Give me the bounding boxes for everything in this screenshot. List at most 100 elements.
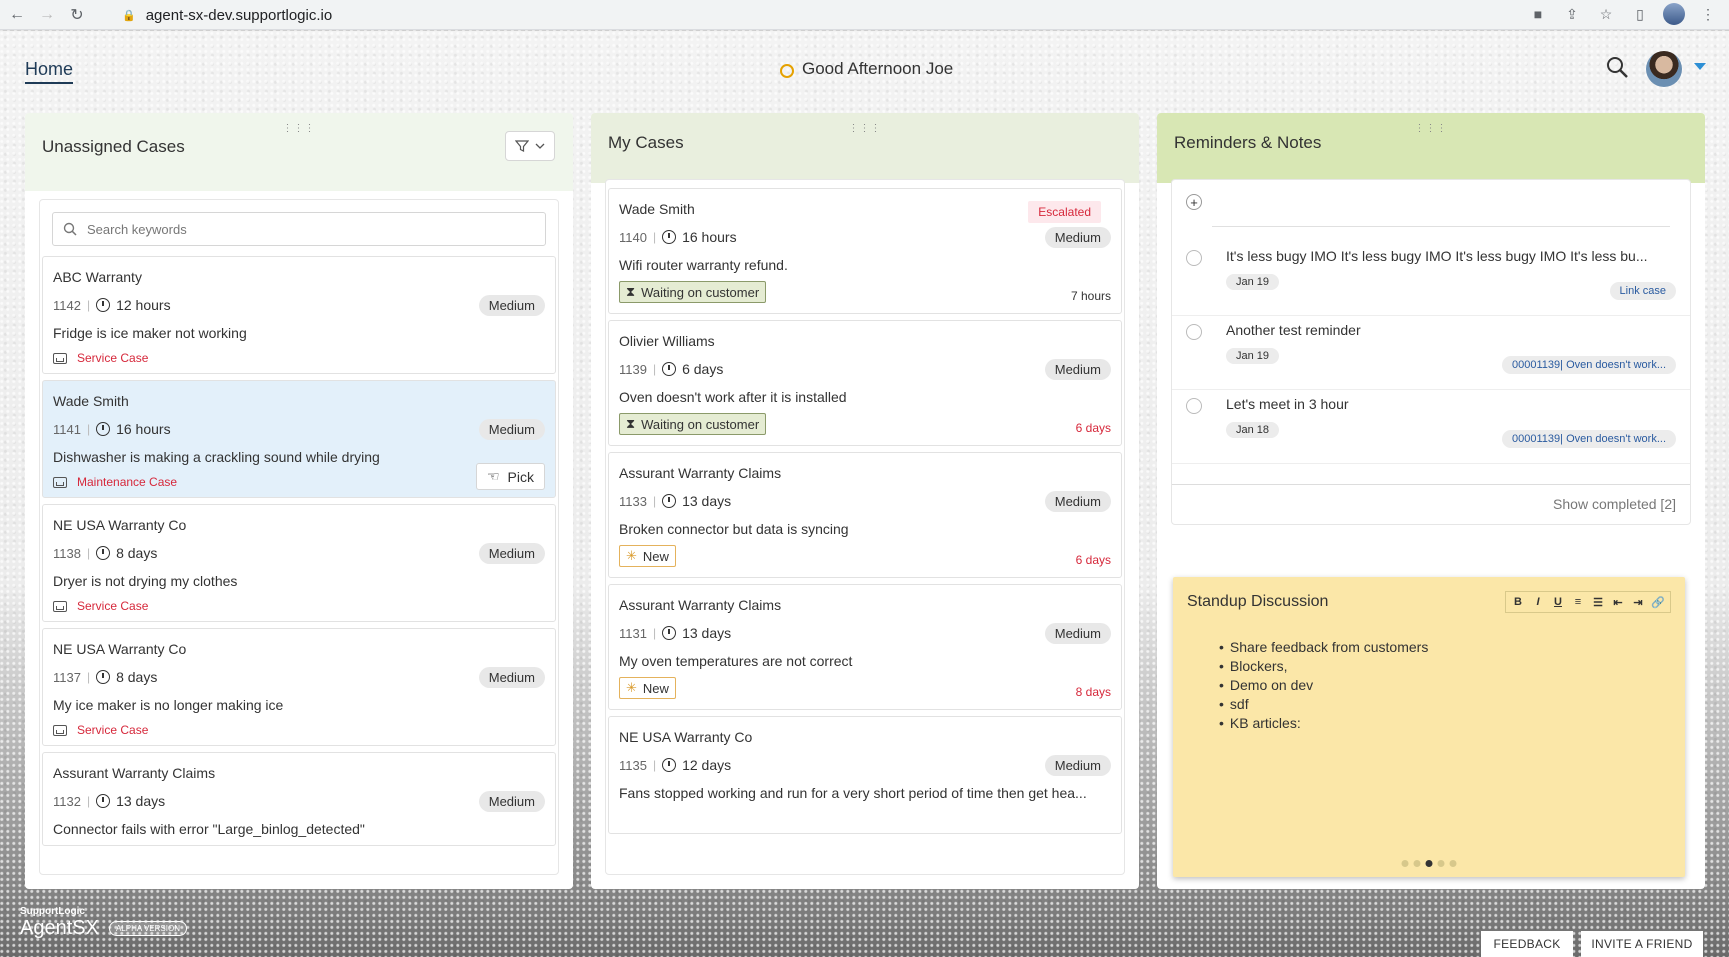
case-meta: 1139 | 6 days Medium bbox=[619, 358, 1111, 380]
case-account-name: NE USA Warranty Co bbox=[619, 729, 753, 745]
case-age: 6 days bbox=[1075, 421, 1111, 435]
bullet-list-icon[interactable]: ☰ bbox=[1590, 594, 1606, 610]
case-type-label: Maintenance Case bbox=[77, 475, 178, 489]
priority-badge: Medium bbox=[1044, 754, 1111, 776]
case-time: 8 days bbox=[116, 545, 158, 561]
timer-icon bbox=[96, 422, 111, 436]
greeting-text: Good Afternoon Joe bbox=[802, 59, 954, 78]
sun-icon bbox=[776, 60, 794, 78]
chevron-down-icon[interactable] bbox=[1694, 63, 1706, 70]
avatar[interactable] bbox=[1646, 51, 1682, 87]
filter-button[interactable] bbox=[505, 131, 555, 161]
case-card[interactable]: Assurant Warranty Claims 1133 | 13 days Medi… bbox=[608, 452, 1122, 578]
invite-friend-button[interactable]: INVITE A FRIEND bbox=[1581, 931, 1703, 957]
drag-handle-icon[interactable]: ⋮⋮⋮ bbox=[283, 123, 316, 134]
case-time: 13 days bbox=[682, 493, 732, 509]
status-label: Waiting on customer bbox=[641, 284, 760, 300]
forward-icon[interactable]: → bbox=[34, 2, 60, 28]
linked-case-chip[interactable]: 00001139| Oven doesn't work... bbox=[1502, 430, 1676, 448]
case-card[interactable]: NE USA Warranty Co 1138 | 8 days Medium Dryer… bbox=[42, 504, 556, 622]
share-icon[interactable]: ⇪ bbox=[1561, 3, 1583, 25]
feedback-button[interactable]: FEEDBACK bbox=[1481, 931, 1573, 957]
pick-button[interactable]: ☜ Pick bbox=[475, 463, 545, 490]
case-card[interactable]: Assurant Warranty Claims 1132 | 13 days Medi… bbox=[42, 752, 556, 846]
case-card[interactable]: NE USA Warranty Co 1135 | 12 days Medium Fans… bbox=[608, 716, 1122, 834]
search-placeholder: Search keywords bbox=[87, 221, 187, 237]
greeting: Good Afternoon Joe bbox=[776, 59, 953, 79]
status-label: Waiting on customer bbox=[641, 416, 760, 432]
sticky-note[interactable]: Standup Discussion BIU≡☰⇤⇥🔗 Share feedba… bbox=[1173, 577, 1689, 883]
status-badge: ✳ New bbox=[619, 677, 676, 699]
brand-logo: SupportLogic AgentSX ALPHA VERSION bbox=[20, 906, 187, 940]
priority-badge: Medium bbox=[478, 666, 545, 688]
ordered-list-icon[interactable]: ≡ bbox=[1570, 594, 1586, 610]
case-account-name: Assurant Warranty Claims bbox=[619, 597, 782, 613]
drag-handle-icon[interactable]: ⋮⋮⋮ bbox=[1415, 123, 1448, 134]
reminder-checkbox[interactable] bbox=[1186, 324, 1202, 340]
timer-icon bbox=[96, 794, 111, 808]
star-icon[interactable]: ☆ bbox=[1595, 3, 1617, 25]
italic-icon[interactable]: I bbox=[1530, 594, 1546, 610]
sticky-list[interactable]: Share feedback from customers Blockers, De… bbox=[1219, 639, 1428, 734]
back-icon[interactable]: ← bbox=[4, 2, 30, 28]
case-card[interactable]: Wade Smith Escalated 1140 | 16 hours Medium Wi… bbox=[608, 188, 1122, 314]
address-bar[interactable]: 🔒 agent-sx-dev.supportlogic.io bbox=[110, 3, 1530, 27]
show-completed-link[interactable]: Show completed [2] bbox=[1553, 496, 1676, 512]
inbox-icon bbox=[53, 352, 67, 364]
reload-icon[interactable]: ↻ bbox=[64, 2, 90, 28]
unassigned-list: Search keywords ABC Warranty 1142 | 12 hour… bbox=[39, 199, 559, 875]
linked-case-chip[interactable]: 00001139| Oven doesn't work... bbox=[1502, 356, 1676, 374]
brand-name: AgentSX bbox=[20, 917, 99, 939]
search-input[interactable]: Search keywords bbox=[52, 212, 546, 246]
search-icon[interactable] bbox=[1605, 55, 1629, 79]
hourglass-icon: ⧗ bbox=[626, 284, 636, 299]
add-reminder-button[interactable]: + bbox=[1186, 194, 1202, 210]
tab-home[interactable]: Home bbox=[25, 59, 74, 84]
case-description: Dishwasher is making a crackling sound w… bbox=[53, 449, 380, 465]
reminder-checkbox[interactable] bbox=[1186, 398, 1202, 414]
status-badge: ⧗ Waiting on customer bbox=[619, 413, 767, 435]
case-card[interactable]: Assurant Warranty Claims 1131 | 13 days Medi… bbox=[608, 584, 1122, 710]
reminder-input[interactable] bbox=[1212, 226, 1670, 227]
bold-icon[interactable]: B bbox=[1510, 594, 1526, 610]
separator: | bbox=[652, 230, 657, 244]
indent-icon[interactable]: ⇥ bbox=[1630, 594, 1646, 610]
reminder-text: Let's meet in 3 hour bbox=[1226, 396, 1349, 412]
status-badge: ✳ New bbox=[619, 545, 676, 567]
page-dot[interactable] bbox=[1413, 860, 1421, 867]
link-icon[interactable]: 🔗 bbox=[1650, 594, 1666, 610]
page-dot-active[interactable] bbox=[1425, 860, 1433, 867]
outdent-icon[interactable]: ⇤ bbox=[1610, 594, 1626, 610]
search-icon bbox=[63, 222, 77, 236]
reminder-item[interactable]: It's less bugy IMO It's less bugy IMO It… bbox=[1172, 242, 1690, 316]
drag-handle-icon[interactable]: ⋮⋮⋮ bbox=[849, 123, 882, 134]
browser-toolbar: ← → ↻ 🔒 agent-sx-dev.supportlogic.io ■ ⇪… bbox=[0, 0, 1729, 30]
reminder-checkbox[interactable] bbox=[1186, 250, 1202, 266]
case-number: 1138 bbox=[53, 545, 81, 561]
case-card[interactable]: Wade Smith 1141 | 16 hours Medium Dishwasher … bbox=[42, 380, 556, 498]
menu-icon[interactable]: ⋮ bbox=[1697, 3, 1719, 25]
pick-label: Pick bbox=[507, 468, 534, 485]
sidebar-icon[interactable]: ▯ bbox=[1629, 3, 1651, 25]
link-case-button[interactable]: Link case bbox=[1609, 282, 1676, 300]
page-dot[interactable] bbox=[1437, 860, 1445, 867]
case-card[interactable]: Olivier Williams 1139 | 6 days Medium Oven do… bbox=[608, 320, 1122, 446]
case-number: 1135 bbox=[619, 757, 647, 773]
reminder-item[interactable]: Let's meet in 3 hour Jan 18 00001139| Oven… bbox=[1172, 390, 1690, 464]
case-card[interactable]: ABC Warranty 1142 | 12 hours Medium Fridge is… bbox=[42, 256, 556, 374]
case-number: 1142 bbox=[53, 297, 81, 313]
camera-icon[interactable]: ■ bbox=[1527, 3, 1549, 25]
column-header: ⋮⋮⋮ My Cases bbox=[591, 113, 1139, 183]
case-card[interactable]: NE USA Warranty Co 1137 | 8 days Medium My ic… bbox=[42, 628, 556, 746]
case-meta: 1142 | 12 hours Medium bbox=[53, 294, 545, 316]
page-dot[interactable] bbox=[1401, 860, 1409, 867]
page-dot[interactable] bbox=[1449, 860, 1457, 867]
priority-badge: Medium bbox=[478, 542, 545, 564]
profile-icon[interactable] bbox=[1663, 3, 1685, 25]
case-type-label: Service Case bbox=[77, 351, 149, 365]
underline-icon[interactable]: U bbox=[1550, 594, 1566, 610]
unassigned-cases-column: ⋮⋮⋮ Unassigned Cases Search keywords ABC… bbox=[25, 113, 573, 889]
reminder-item[interactable]: Another test reminder Jan 19 00001139| Ove… bbox=[1172, 316, 1690, 390]
case-time: 13 days bbox=[116, 793, 166, 809]
